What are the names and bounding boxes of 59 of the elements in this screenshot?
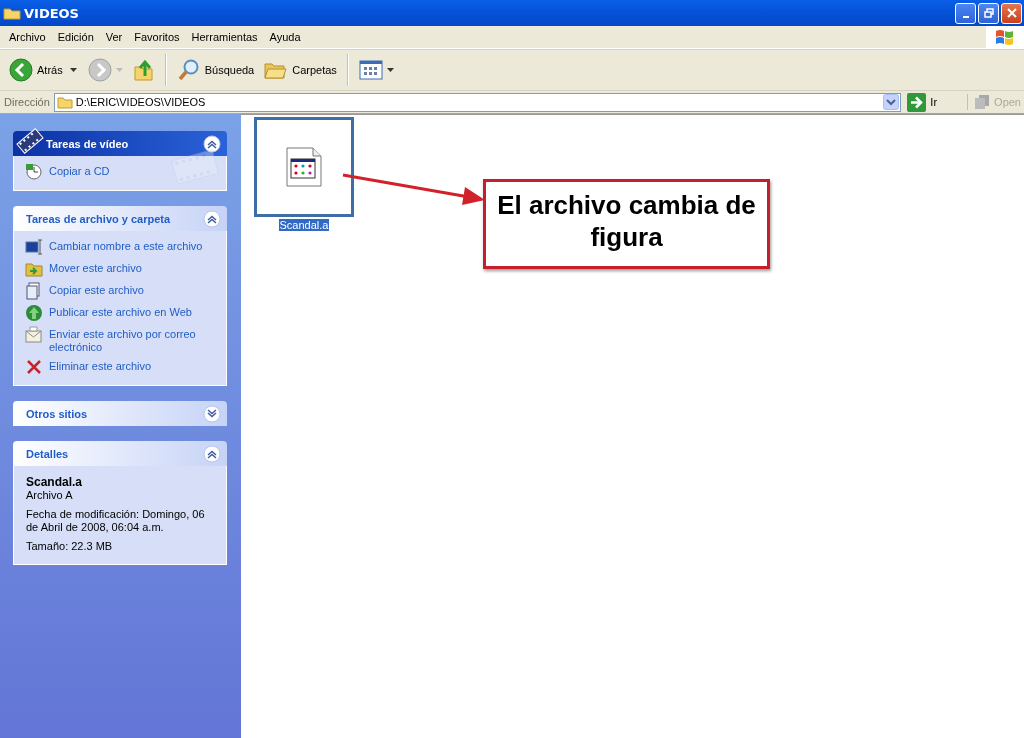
- modified-date-text: Fecha de modificación: Domingo, 06 de Abril de 2008, 06:04 a.m.: [26, 508, 206, 534]
- close-icon: [1006, 8, 1017, 18]
- file-type-text: Archivo A: [26, 489, 74, 502]
- rename-icon: [25, 238, 43, 256]
- file-name-label[interactable]: Scandal.a: [278, 219, 330, 231]
- panel-header[interactable]: Otros sitios: [13, 401, 227, 426]
- pages-icon: [974, 94, 991, 110]
- minimize-button[interactable]: [955, 2, 976, 24]
- folder-icon: [56, 95, 73, 109]
- file-thumbnail[interactable]: [254, 117, 354, 217]
- views-grid-icon: [358, 60, 383, 80]
- dropdown-caret-icon[interactable]: [69, 68, 77, 72]
- folder-up-arrow-icon: [132, 58, 155, 82]
- annotation-callout: El archivo cambia de figura: [483, 179, 770, 269]
- go-button[interactable]: Ir: [905, 92, 964, 112]
- panel-header[interactable]: Tareas de vídeo: [13, 131, 227, 156]
- dropdown-caret-icon: [115, 68, 123, 72]
- menu-item[interactable]: Favoritos: [128, 31, 186, 43]
- delete-x-icon: [25, 358, 43, 376]
- collapse-chevron-icon: [203, 134, 221, 153]
- task-link[interactable]: Publicar este archivo en Web: [25, 304, 216, 322]
- task-link[interactable]: Enviar este archivo por correo electrónico: [25, 326, 216, 354]
- collapse-chevron-icon: [203, 209, 221, 228]
- envelope-icon: [25, 326, 43, 344]
- restore-button[interactable]: [978, 2, 999, 24]
- address-label: Dirección: [4, 96, 50, 108]
- address-field[interactable]: D:\ERIC\VIDEOS\VIDEOS: [53, 92, 902, 112]
- globe-upload-icon: [25, 304, 43, 322]
- task-link[interactable]: Mover este archivo: [25, 260, 216, 278]
- cd-clock-icon: [25, 163, 43, 181]
- restore-icon: [983, 8, 994, 18]
- task-link[interactable]: Cambiar nombre a este archivo: [25, 238, 216, 256]
- menu-item[interactable]: Archivo: [3, 31, 52, 43]
- menu-item[interactable]: Herramientas: [185, 31, 264, 43]
- minimize-icon: [962, 15, 969, 18]
- search-icon: [176, 58, 201, 82]
- menu-item[interactable]: Ayuda: [263, 31, 307, 43]
- copy-pages-icon: [25, 282, 43, 300]
- folder-move-icon: [25, 260, 43, 278]
- close-button[interactable]: [1001, 2, 1022, 24]
- collapse-chevron-icon: [203, 444, 221, 463]
- task-link[interactable]: Copiar este archivo: [25, 282, 216, 300]
- folders-button[interactable]: Carpetas: [261, 57, 340, 83]
- menu-item[interactable]: Ver: [99, 31, 129, 43]
- dropdown-caret-icon: [386, 68, 394, 72]
- document-window-icon: [284, 147, 324, 187]
- window-title: VIDEOS: [24, 5, 79, 21]
- menu-item[interactable]: Edición: [51, 31, 100, 43]
- folder-icon: [3, 6, 21, 20]
- file-name-text: Scandal.a: [26, 475, 84, 489]
- panel-header[interactable]: Tareas de archivo y carpeta: [13, 206, 227, 231]
- go-arrow-icon: [907, 92, 927, 112]
- back-button[interactable]: Atrás: [6, 56, 66, 84]
- task-link[interactable]: Eliminar este archivo: [25, 358, 216, 376]
- windows-logo-icon: [994, 27, 1016, 47]
- search-button[interactable]: Búsqueda: [173, 56, 258, 84]
- expand-chevron-icon: [203, 404, 221, 423]
- file-size-text: Tamaño: 22.3 MB: [26, 540, 114, 553]
- panel-header[interactable]: Detalles: [13, 441, 227, 466]
